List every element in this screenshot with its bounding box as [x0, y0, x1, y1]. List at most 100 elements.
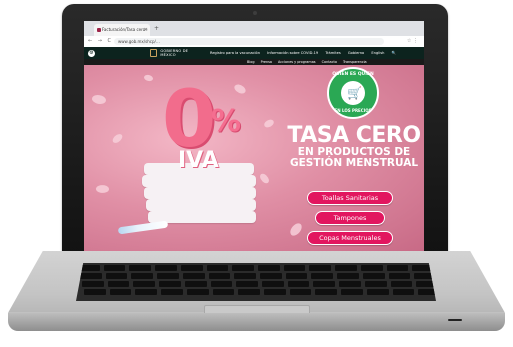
pad-stack-layer [142, 175, 256, 187]
favicon-icon [97, 28, 101, 32]
keyboard-key [210, 281, 233, 287]
pad-stack-layer [146, 199, 256, 211]
gov-nav-item-covid[interactable]: Información sobre COVID-19 [267, 51, 318, 55]
keyboard-key [337, 273, 359, 279]
key-row [76, 265, 436, 272]
hero-banner: 0 % IVA QUIEN ES QUIEN 🛒 EN LOS PRECIOS … [84, 65, 424, 251]
keyboard-key [155, 265, 177, 271]
keyboard-key [392, 289, 415, 295]
keyboard-key [186, 289, 209, 295]
headline: TASA CERO [287, 123, 421, 148]
gov-nav-item-tramites[interactable]: Trámites [325, 51, 340, 55]
browser-tab[interactable]: Facturación/Tasa cero · × [94, 24, 150, 36]
keyboard-key [184, 281, 207, 287]
keyboard-key [311, 273, 334, 279]
laptop-base [8, 251, 505, 341]
keyboard-key [264, 289, 286, 295]
keyboard-key [289, 289, 312, 295]
key-row [76, 273, 436, 280]
status-led [448, 319, 462, 321]
quien-es-quien-badge[interactable]: QUIEN ES QUIEN 🛒 EN LOS PRECIOS [327, 67, 379, 119]
keyboard-key [260, 273, 282, 279]
badge-top-text: QUIEN ES QUIEN [332, 72, 374, 77]
keyboard-key [107, 281, 130, 287]
new-tab-button[interactable]: + [154, 24, 159, 34]
gov-header: ⚙ GOBIERNO DE MÉXICO Registro para la va… [84, 47, 424, 59]
keyboard-key [366, 289, 389, 295]
keyboard-key [283, 265, 306, 271]
keyboard-key [287, 281, 310, 287]
petal-decoration [263, 118, 275, 129]
key-row [76, 289, 436, 296]
petal-decoration [258, 171, 271, 186]
keyboard-key [131, 273, 154, 279]
petal-decoration [95, 183, 110, 195]
keyboard-key [157, 273, 179, 279]
copas-menstruales-button[interactable]: Copas Menstruales [307, 231, 393, 245]
subhead-line2: GESTIÓN MENSTRUAL [289, 157, 419, 169]
keyboard-key [84, 289, 106, 295]
tampones-button[interactable]: Tampones [315, 211, 385, 225]
petal-decoration [110, 132, 125, 145]
keyboard-key [364, 281, 387, 287]
keyboard-key [313, 281, 336, 287]
keyboard-key [339, 281, 361, 287]
petal-decoration [143, 73, 154, 83]
sub-nav-item-acciones[interactable]: Acciones y programas [278, 60, 316, 64]
keyboard-key [80, 273, 102, 279]
keyboard-key [335, 265, 357, 271]
keyboard-key [161, 289, 183, 295]
toallas-sanitarias-button[interactable]: Toallas Sanitarias [307, 191, 393, 205]
iva-label: IVA [178, 148, 219, 173]
sub-nav-item-transparencia[interactable]: Transparencia [343, 60, 367, 64]
gov-nav-item-english[interactable]: English [371, 51, 384, 55]
gov-logo-line2: MÉXICO [160, 53, 176, 57]
keyboard-key [262, 281, 284, 287]
search-icon[interactable]: 🔍 [392, 51, 396, 55]
keyboard-key [236, 281, 258, 287]
keyboard-key [82, 281, 104, 287]
keyboard-key [232, 265, 254, 271]
keyboard-key [390, 281, 413, 287]
keyboard-key [129, 265, 152, 271]
keyboard-key [109, 289, 132, 295]
gov-logo[interactable]: GOBIERNO DE MÉXICO [150, 49, 188, 57]
webcam [253, 11, 257, 15]
keyboard-key [238, 289, 260, 295]
keyboard-key [135, 289, 158, 295]
gov-nav-item-gobierno[interactable]: Gobierno [348, 51, 364, 55]
browser-tab-strip: Facturación/Tasa cero · × + [84, 21, 424, 41]
sub-nav-item-prensa[interactable]: Prensa [261, 60, 272, 64]
browser-nav-icons[interactable]: ← → C [88, 37, 113, 46]
keyboard-key [341, 289, 363, 295]
bookmark-menu-icons[interactable]: ☆ ⋮ [407, 37, 418, 46]
gov-nav: Registro para la vacunación Información … [210, 47, 402, 59]
keyboard-key [159, 281, 181, 287]
keyboard-key [309, 265, 332, 271]
keyboard-key [105, 273, 128, 279]
badge-bottom-text: EN LOS PRECIOS [334, 108, 372, 113]
keyboard-key [386, 265, 409, 271]
keyboard-key [212, 289, 235, 295]
keyboard [76, 263, 436, 301]
keyboard-key [234, 273, 256, 279]
keyboard-key [180, 265, 203, 271]
sub-nav-item-contacto[interactable]: Contacto [322, 60, 337, 64]
url-field[interactable]: www.gob.mx/shcp/… [114, 38, 384, 45]
petal-decoration [232, 82, 248, 96]
keyboard-key [182, 273, 205, 279]
keyboard-key [360, 265, 383, 271]
pad-stack-layer [144, 187, 256, 199]
sub-nav-item-blog[interactable]: Blog [247, 60, 255, 64]
gov-nav-item-vacunacion[interactable]: Registro para la vacunación [210, 51, 260, 55]
keyboard-key [388, 273, 411, 279]
base-front-edge [8, 313, 505, 331]
percent-graphic: % [211, 104, 242, 139]
key-row [76, 281, 436, 288]
keyboard-key [285, 273, 308, 279]
keyboard-key [103, 265, 126, 271]
gov-emblem-icon [150, 49, 157, 57]
badge-center: 🛒 [341, 81, 365, 105]
close-tab-icon[interactable]: × [144, 24, 148, 36]
accessibility-icon[interactable]: ⚙ [88, 50, 95, 57]
